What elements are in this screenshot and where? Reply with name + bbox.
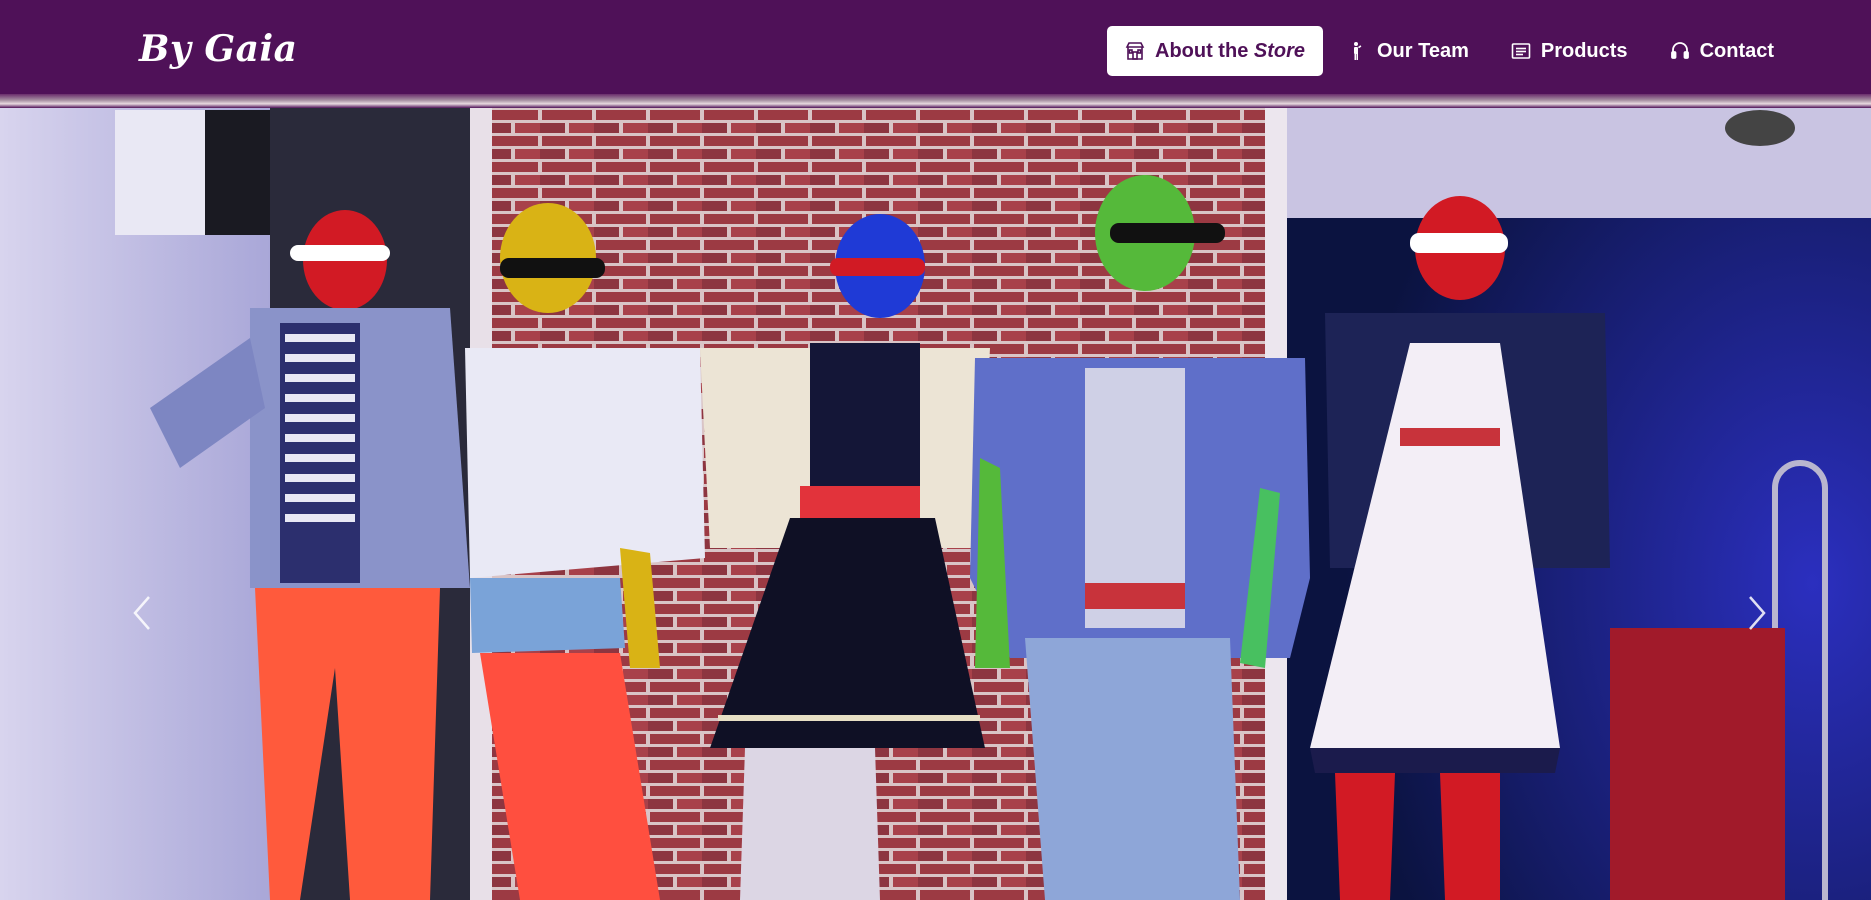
nav-our-team[interactable]: Our Team bbox=[1329, 26, 1487, 76]
main-nav: About the Store Our Team Products Contac… bbox=[1107, 26, 1798, 76]
headset-icon bbox=[1670, 41, 1690, 61]
nav-contact-label: Contact bbox=[1699, 39, 1775, 62]
hero-image-storefront-mannequins bbox=[0, 108, 1871, 900]
nav-about-store[interactable]: About the Store bbox=[1107, 26, 1323, 76]
navbar: By Gaia About the Store Our Team Product… bbox=[0, 0, 1871, 108]
nav-products-label: Products bbox=[1540, 39, 1628, 62]
chevron-right-icon bbox=[1749, 596, 1766, 630]
nav-products[interactable]: Products bbox=[1493, 26, 1646, 76]
store-icon bbox=[1125, 41, 1145, 61]
carousel-next-button[interactable] bbox=[1737, 578, 1777, 648]
nav-our-team-label: Our Team bbox=[1377, 39, 1469, 62]
person-icon bbox=[1347, 41, 1367, 61]
nav-contact[interactable]: Contact bbox=[1652, 26, 1792, 76]
brand-logo[interactable]: By Gaia bbox=[139, 28, 297, 70]
chevron-left-icon bbox=[133, 596, 150, 630]
nav-about-label: About the Store bbox=[1155, 39, 1305, 62]
carousel-prev-button[interactable] bbox=[122, 578, 162, 648]
list-icon bbox=[1511, 41, 1531, 61]
hero-carousel bbox=[0, 108, 1871, 900]
